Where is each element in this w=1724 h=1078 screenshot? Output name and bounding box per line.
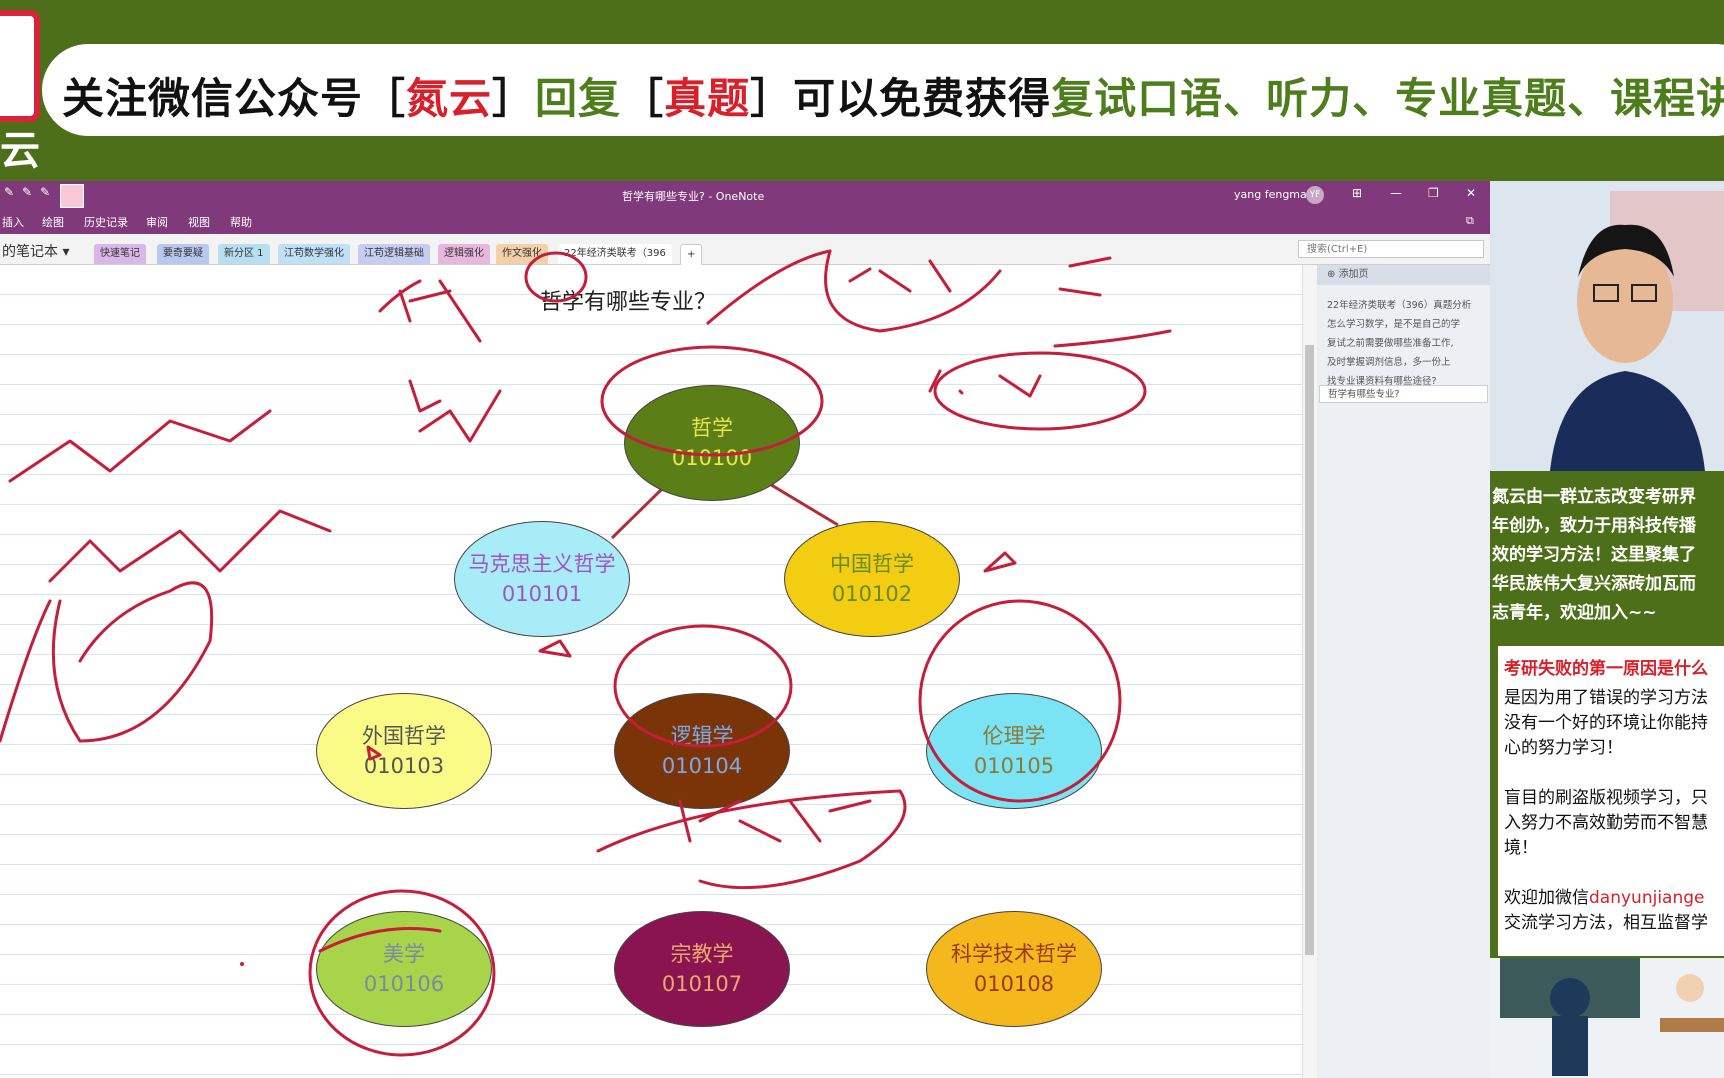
- node-philosophy: 哲学 010100: [624, 385, 800, 501]
- window-copy-icon[interactable]: ⧉: [1466, 214, 1474, 228]
- section-tab[interactable]: 快速笔记: [94, 244, 146, 264]
- classroom-illustration: [1490, 958, 1724, 1078]
- wechat-id: danyunjiange: [1589, 888, 1705, 908]
- ribbon-tab-help[interactable]: 帮助: [230, 214, 252, 230]
- section-bar: 的笔记本 ▾ 快速笔记 要奇要疑 新分区 1 江苟数学强化 江苟逻辑基础 逻辑强…: [0, 234, 1490, 266]
- ribbon-tab-history[interactable]: 历史记录: [84, 214, 128, 230]
- promo-card: 考研失败的第一原因是什么 是因为用了错误的学习方法 没有一个好的环境让你能持 心…: [1498, 646, 1724, 956]
- add-page-button[interactable]: ⊕ 添加页: [1317, 265, 1490, 285]
- restore-icon[interactable]: ❐: [1428, 186, 1439, 200]
- page-item-selected[interactable]: 哲学有哪些专业?: [1319, 385, 1488, 403]
- quick-access-pens[interactable]: ✎✎✎: [4, 185, 58, 199]
- onenote-window: ✎✎✎ 哲学有哪些专业? - OneNote yang fengmai YF ⊞…: [0, 181, 1490, 1078]
- section-tab[interactable]: 逻辑强化: [438, 244, 490, 264]
- top-banner: 云 关注微信公众号［氮云］回复［真题］可以免费获得复试口语、听力、专业真题、课程…: [0, 0, 1724, 181]
- section-tab[interactable]: 江苟数学强化: [278, 244, 350, 264]
- ribbon-tab-view[interactable]: 视图: [188, 214, 210, 230]
- promo-card-heading: 考研失败的第一原因是什么: [1504, 659, 1708, 679]
- presenter-figure: [1490, 181, 1724, 471]
- page-item[interactable]: 22年经济类联考（396）真题分析: [1327, 297, 1471, 311]
- section-tab[interactable]: 新分区 1: [218, 244, 270, 264]
- scrollbar-thumb[interactable]: [1305, 345, 1314, 955]
- promo-intro: 氮云由一群立志改变考研界 年创办，致力于用科技传播 效的学习方法！这里聚集了 华…: [1492, 487, 1696, 623]
- cartoon-illustration: [1490, 958, 1724, 1078]
- page-title: 哲学有哪些专业？: [540, 290, 717, 315]
- page-item[interactable]: 及时掌握调剂信息，多一份上: [1327, 354, 1451, 368]
- page-item[interactable]: 怎么学习数学，是不是自己的学: [1327, 316, 1460, 330]
- highlighter-pen-icon[interactable]: [60, 184, 84, 208]
- presenter-video: [1490, 181, 1724, 471]
- add-section-button[interactable]: +: [680, 244, 703, 266]
- title-bar: ✎✎✎ 哲学有哪些专业? - OneNote yang fengmai YF ⊞…: [0, 181, 1490, 209]
- banner-text: 关注微信公众号［氮云］回复［真题］可以免费获得复试口语、听力、专业真题、课程讲: [62, 65, 1724, 126]
- vertical-scrollbar[interactable]: [1302, 265, 1317, 1078]
- banner-segment: 真题: [664, 74, 751, 123]
- section-tab[interactable]: 江苟逻辑基础: [358, 244, 430, 264]
- node-marxist: 马克思主义哲学 010101: [454, 521, 630, 637]
- node-chinese: 中国哲学 010102: [784, 521, 960, 637]
- search-input[interactable]: 搜索(Ctrl+E): [1298, 240, 1484, 258]
- avatar[interactable]: YF: [1306, 186, 1324, 204]
- section-tab[interactable]: 作文强化: [496, 244, 548, 264]
- close-icon[interactable]: ✕: [1466, 186, 1476, 200]
- node-religion: 宗教学 010107: [614, 911, 790, 1027]
- node-sci-tech: 科学技术哲学 010108: [926, 911, 1102, 1027]
- node-logic: 逻辑学 010104: [614, 693, 790, 809]
- ribbon-tabs: 插入 绘图 历史记录 审阅 视图 帮助 ⧉: [0, 209, 1490, 234]
- page-item[interactable]: 复试之前需要做哪些准备工作,: [1327, 335, 1454, 349]
- ribbon-tab-draw[interactable]: 绘图: [42, 214, 64, 230]
- banner-segment: ［: [621, 74, 665, 123]
- banner-segment: ］: [492, 74, 536, 123]
- brand-logo-glyph: 云: [0, 128, 40, 174]
- node-ethics: 伦理学 010105: [926, 693, 1102, 809]
- banner-segment: 回复: [535, 74, 622, 123]
- ribbon-tab-review[interactable]: 审阅: [146, 214, 168, 230]
- section-tab-active[interactable]: 22年经济类联考（396: [558, 244, 672, 264]
- node-foreign: 外国哲学 010103: [316, 693, 492, 809]
- pages-panel: ⊕ 添加页 22年经济类联考（396）真题分析 怎么学习数学，是不是自己的学 复…: [1317, 265, 1490, 1078]
- side-panel: 氮云由一群立志改变考研界 年创办，致力于用科技传播 效的学习方法！这里聚集了 华…: [1490, 181, 1724, 1078]
- promo-card-body: 是因为用了错误的学习方法 没有一个好的环境让你能持 心的努力学习！ 盲目的刷盗版…: [1504, 688, 1708, 933]
- banner-segment: 氮云: [406, 74, 493, 123]
- brand-logo: [0, 10, 40, 122]
- user-name[interactable]: yang fengmai: [1234, 188, 1310, 201]
- ribbon-tab-insert[interactable]: 插入: [2, 214, 24, 230]
- banner-segment: 复试口语、听力、专业真题、课程讲: [1051, 74, 1724, 123]
- section-tab[interactable]: 要奇要疑: [157, 244, 209, 264]
- notebook-selector[interactable]: 的笔记本 ▾: [2, 241, 69, 261]
- window-title: 哲学有哪些专业? - OneNote: [622, 190, 765, 203]
- banner-segment: ］可以免费获得: [750, 74, 1052, 123]
- node-aesthetics: 美学 010106: [316, 911, 492, 1027]
- banner-segment: 关注微信公众号［: [62, 74, 407, 123]
- minimize-icon[interactable]: —: [1390, 186, 1402, 200]
- ribbon-display-icon[interactable]: ⊞: [1352, 186, 1362, 200]
